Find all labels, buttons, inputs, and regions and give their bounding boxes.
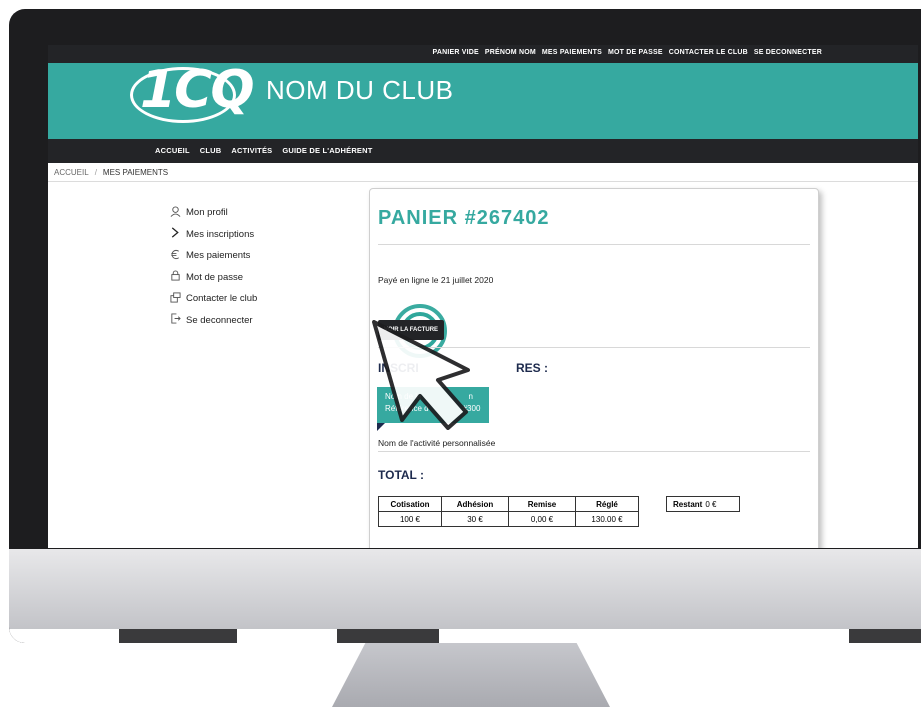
payment-summary-table: Cotisation Adhésion Remise Réglé 100 € 3… xyxy=(378,496,639,527)
title-divider xyxy=(378,244,810,245)
sidebar-item-registrations[interactable]: Mes inscriptions xyxy=(166,224,257,246)
activity-name: Nom de l'activité personnalisée xyxy=(378,438,496,448)
club-logo[interactable]: 1CQ xyxy=(140,64,255,116)
remaining-label: Restant xyxy=(673,500,703,509)
sidebar-item-label: Mes paiements xyxy=(186,250,251,262)
club-name: NOM DU CLUB xyxy=(266,75,454,105)
monitor-stand xyxy=(332,643,610,707)
payment-status: Payé en ligne le 21 juillet 2020 xyxy=(378,275,494,285)
table-header-row: Cotisation Adhésion Remise Réglé xyxy=(378,496,639,512)
remaining-value: 0 € xyxy=(705,500,717,509)
top-utility-links: PANIER VIDE PRÉNOM NOM MES PAIEMENTS MOT… xyxy=(432,49,822,56)
chin-gap xyxy=(439,629,849,643)
top-link-my-payments[interactable]: MES PAIEMENTS xyxy=(542,49,602,56)
nav-item-activities[interactable]: ACTIVITÉS xyxy=(231,146,272,155)
nav-item-home[interactable]: ACCUEIL xyxy=(155,146,190,155)
contact-icon xyxy=(166,292,184,306)
top-link-empty-cart[interactable]: PANIER VIDE xyxy=(432,49,478,56)
activity-divider xyxy=(378,451,810,452)
euro-icon xyxy=(166,249,184,263)
value-regle: 130.00 € xyxy=(575,511,639,527)
top-link-user-name[interactable]: PRÉNOM NOM xyxy=(485,49,536,56)
header-adhesion: Adhésion xyxy=(441,496,509,512)
header-regle: Réglé xyxy=(575,496,639,512)
mouse-pointer-icon xyxy=(372,320,470,430)
breadcrumb-current: MES PAIEMENTS xyxy=(102,168,169,177)
chin-gap xyxy=(237,629,337,643)
breadcrumb-home[interactable]: ACCUEIL xyxy=(54,168,89,177)
value-remise: 0,00 € xyxy=(508,511,576,527)
nav-item-member-guide[interactable]: GUIDE DE L'ADHÉRENT xyxy=(282,146,372,155)
sidebar-item-payments[interactable]: Mes paiements xyxy=(166,245,257,267)
value-adhesion: 30 € xyxy=(441,511,509,527)
main-nav-links: ACCUEIL CLUB ACTIVITÉS GUIDE DE L'ADHÉRE… xyxy=(155,146,373,155)
breadcrumb-separator: / xyxy=(94,168,97,177)
sidebar-item-profile[interactable]: Mon profil xyxy=(166,202,257,224)
cart-title: PANIER #267402 xyxy=(378,207,550,229)
registrations-heading-end: RES : xyxy=(516,361,549,375)
sidebar-item-password[interactable]: Mot de passe xyxy=(166,267,257,289)
header-remise: Remise xyxy=(508,496,576,512)
browser-screen: PANIER VIDE PRÉNOM NOM MES PAIEMENTS MOT… xyxy=(48,45,918,548)
account-sidebar: Mon profil Mes inscriptions Mes paiement… xyxy=(166,202,257,331)
chin-gap xyxy=(9,629,119,643)
chevron-right-icon xyxy=(166,227,184,241)
sidebar-item-label: Mot de passe xyxy=(186,271,244,283)
sidebar-item-label: Contacter le club xyxy=(186,293,258,305)
sidebar-item-contact[interactable]: Contacter le club xyxy=(166,288,257,310)
club-header: 1CQ NOM DU CLUB xyxy=(48,63,918,139)
sidebar-item-label: Se deconnecter xyxy=(186,314,253,326)
sidebar-item-label: Mes inscriptions xyxy=(186,228,255,240)
header-cotisation: Cotisation xyxy=(378,496,442,512)
user-icon xyxy=(166,206,184,220)
breadcrumb: ACCUEIL / MES PAIEMENTS xyxy=(54,168,168,177)
nav-item-club[interactable]: CLUB xyxy=(200,146,222,155)
sidebar-item-logout[interactable]: Se deconnecter xyxy=(166,310,257,332)
logout-icon xyxy=(166,313,184,327)
lock-icon xyxy=(166,270,184,284)
top-link-contact-club[interactable]: CONTACTER LE CLUB xyxy=(669,49,748,56)
sidebar-item-label: Mon profil xyxy=(186,207,228,219)
value-cotisation: 100 € xyxy=(378,511,442,527)
top-link-password[interactable]: MOT DE PASSE xyxy=(608,49,663,56)
top-link-logout[interactable]: SE DECONNECTER xyxy=(754,49,822,56)
table-row: 100 € 30 € 0,00 € 130.00 € xyxy=(378,511,639,527)
remaining-amount: Restant 0 € xyxy=(666,496,740,512)
total-heading: TOTAL : xyxy=(378,468,424,482)
breadcrumb-divider xyxy=(48,181,918,182)
main-nav: ACCUEIL CLUB ACTIVITÉS GUIDE DE L'ADHÉRE… xyxy=(48,139,918,163)
